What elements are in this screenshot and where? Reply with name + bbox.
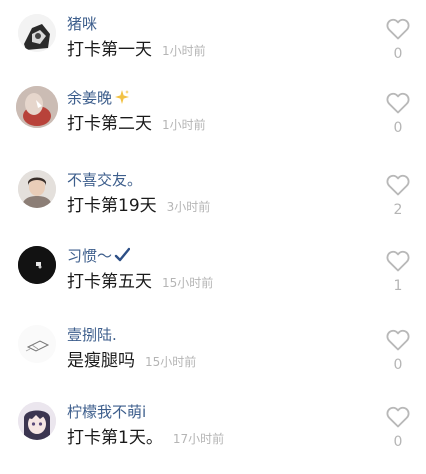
username[interactable]: 习惯～	[67, 246, 131, 268]
comment-body: 打卡第一天 1小时前	[67, 38, 206, 63]
comment-item: 余姜晚 打卡第二天 1小时前 0	[0, 86, 426, 160]
comment-time: 17小时前	[172, 432, 225, 446]
comment-body: 打卡第二天 1小时前	[67, 112, 206, 137]
sketch-avatar-icon	[18, 325, 56, 363]
comment-body: 打卡第1天。 17小时前	[67, 426, 224, 451]
red-portrait-avatar-icon	[16, 86, 58, 128]
like-control[interactable]: 1	[384, 250, 412, 300]
like-count: 2	[393, 202, 403, 218]
comment-time: 15小时前	[145, 355, 197, 369]
username[interactable]: 余姜晚	[67, 88, 130, 110]
like-count: 0	[393, 434, 403, 450]
comment-item: 柠檬我不萌i 打卡第1天。 17小时前 0	[0, 402, 426, 474]
comment-text: 打卡第五天	[67, 272, 152, 292]
like-control[interactable]: 0	[384, 18, 412, 68]
like-control[interactable]: 0	[384, 92, 412, 142]
comment-text: 打卡第19天	[67, 196, 157, 216]
like-control[interactable]: 0	[384, 329, 412, 379]
username-text[interactable]: 习惯～	[67, 247, 112, 265]
username[interactable]: 柠檬我不萌i	[67, 402, 146, 422]
comment-list: 猪咪 打卡第一天 1小时前 0 余姜晚 打卡第二天 1小时前 0 不喜交友。 打…	[0, 0, 426, 451]
comment-text: 打卡第二天	[67, 114, 152, 134]
username[interactable]: 不喜交友。	[67, 170, 142, 190]
comment-time: 1小时前	[162, 118, 206, 132]
like-count: 1	[393, 278, 403, 294]
sparkle-icon	[114, 89, 130, 110]
comment-text: 打卡第一天	[67, 40, 152, 60]
person-photo-avatar-icon	[18, 170, 56, 208]
comment-time: 1小时前	[162, 44, 206, 58]
heart-icon[interactable]	[386, 329, 410, 351]
avatar[interactable]	[18, 170, 56, 208]
comment-time: 3小时前	[166, 200, 211, 214]
like-control[interactable]: 2	[384, 174, 412, 224]
avatar[interactable]	[18, 402, 56, 440]
checkmark-icon	[114, 247, 131, 268]
comment-item: 猪咪 打卡第一天 1小时前 0	[0, 14, 426, 86]
heart-icon[interactable]	[386, 174, 410, 196]
cartoon-avatar-icon	[18, 14, 56, 52]
like-count: 0	[393, 120, 403, 136]
avatar[interactable]	[18, 325, 56, 363]
like-count: 0	[393, 357, 403, 373]
comment-text: 打卡第1天。	[67, 428, 163, 448]
comment-body: 是瘦腿吗 15小时前	[67, 349, 196, 374]
username[interactable]: 猪咪	[67, 14, 97, 34]
comment-item: 壹捌陆. 是瘦腿吗 15小时前 0	[0, 325, 426, 397]
like-count: 0	[393, 46, 403, 62]
comment-text: 是瘦腿吗	[67, 351, 135, 371]
heart-icon[interactable]	[386, 406, 410, 428]
heart-icon[interactable]	[386, 92, 410, 114]
comment-item: 不喜交友。 打卡第19天 3小时前 2	[0, 170, 426, 242]
avatar[interactable]	[18, 14, 56, 52]
comment-time: 15小时前	[162, 276, 214, 290]
dark-avatar-icon	[18, 246, 56, 284]
heart-icon[interactable]	[386, 250, 410, 272]
avatar[interactable]	[18, 246, 56, 284]
comment-body: 打卡第五天 15小时前	[67, 270, 213, 295]
username[interactable]: 壹捌陆.	[67, 325, 117, 345]
like-control[interactable]: 0	[384, 406, 412, 456]
comment-body: 打卡第19天 3小时前	[67, 194, 210, 219]
avatar[interactable]	[16, 86, 58, 128]
comment-item: 习惯～ 打卡第五天 15小时前 1	[0, 246, 426, 318]
heart-icon[interactable]	[386, 18, 410, 40]
username-text[interactable]: 余姜晚	[67, 89, 112, 107]
anime-girl-avatar-icon	[18, 402, 56, 440]
